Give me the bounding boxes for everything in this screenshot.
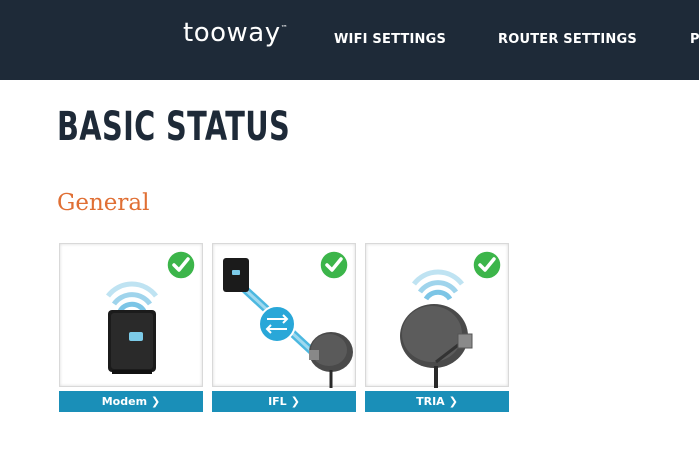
page-title: BASIC STATUS [57, 104, 291, 150]
nav-wifi-settings[interactable]: WIFI SETTINGS [334, 32, 446, 47]
check-icon [472, 250, 502, 280]
modem-button-label: Modem [101, 395, 148, 408]
nav-router-settings[interactable]: ROUTER SETTINGS [498, 32, 637, 47]
chevron-right-icon: ❯ [448, 395, 458, 408]
nav-item-truncated[interactable]: P [690, 32, 699, 47]
tooway-logo[interactable]: tooway™ [183, 18, 288, 48]
ifl-status-card[interactable] [212, 243, 356, 388]
top-navigation-bar: tooway™ WIFI SETTINGS ROUTER SETTINGS P [0, 0, 699, 80]
chevron-right-icon: ❯ [151, 395, 161, 408]
tria-button-label: TRIA [416, 395, 445, 408]
ifl-button-label: IFL [268, 395, 287, 408]
tria-status-card[interactable] [365, 243, 509, 388]
ifl-button[interactable]: IFL ❯ [212, 391, 356, 412]
modem-button[interactable]: Modem ❯ [59, 391, 203, 412]
chevron-right-icon: ❯ [290, 395, 300, 408]
section-title-general: General [57, 190, 150, 216]
check-icon [166, 250, 196, 280]
tria-button[interactable]: TRIA ❯ [365, 391, 509, 412]
check-icon [319, 250, 349, 280]
modem-status-card[interactable] [59, 243, 203, 387]
